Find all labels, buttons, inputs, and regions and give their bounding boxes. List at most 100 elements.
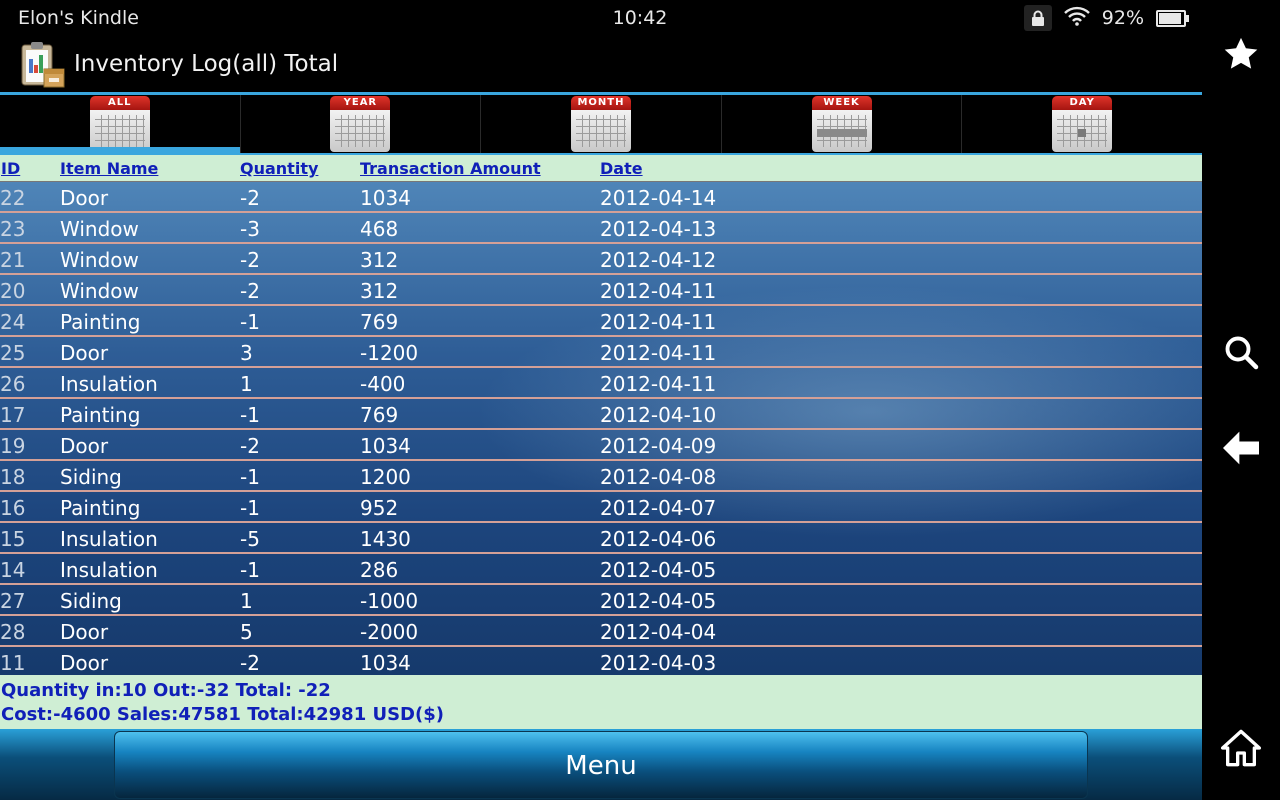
table-row[interactable]: 24 Painting -1 769 2012-04-11 xyxy=(0,306,1202,337)
row-item-name: Siding xyxy=(60,465,122,489)
tab-all[interactable]: ALL xyxy=(0,95,241,153)
calendar-icon: ALL xyxy=(89,96,150,152)
row-quantity: -2 xyxy=(240,651,260,675)
row-id: 18 xyxy=(0,465,26,489)
row-transaction-amount: 1430 xyxy=(360,527,411,551)
table-row[interactable]: 18 Siding -1 1200 2012-04-08 xyxy=(0,461,1202,492)
row-transaction-amount: -400 xyxy=(360,372,406,396)
table-row[interactable]: 22 Door -2 1034 2012-04-14 xyxy=(0,182,1202,213)
row-date: 2012-04-11 xyxy=(600,310,717,334)
table-row[interactable]: 23 Window -3 468 2012-04-13 xyxy=(0,213,1202,244)
row-transaction-amount: 312 xyxy=(360,279,399,303)
row-id: 14 xyxy=(0,558,26,582)
row-id: 25 xyxy=(0,341,26,365)
calendar-icon: MONTH xyxy=(570,96,631,152)
row-quantity: 1 xyxy=(240,372,253,396)
row-id: 23 xyxy=(0,217,26,241)
row-quantity: -3 xyxy=(240,217,260,241)
row-date: 2012-04-10 xyxy=(600,403,717,427)
row-quantity: -1 xyxy=(240,310,260,334)
table-row[interactable]: 26 Insulation 1 -400 2012-04-11 xyxy=(0,368,1202,399)
row-date: 2012-04-05 xyxy=(600,558,717,582)
row-transaction-amount: 1034 xyxy=(360,651,411,675)
table-row[interactable]: 16 Painting -1 952 2012-04-07 xyxy=(0,492,1202,523)
table-row[interactable]: 28 Door 5 -2000 2012-04-04 xyxy=(0,616,1202,647)
row-date: 2012-04-11 xyxy=(600,341,717,365)
row-id: 26 xyxy=(0,372,26,396)
column-header-item-name[interactable]: Item Name xyxy=(60,159,158,178)
tab-month[interactable]: MONTH xyxy=(481,95,722,153)
tab-day[interactable]: DAY xyxy=(962,95,1202,153)
battery-percent: 92% xyxy=(1101,7,1144,29)
period-tabs: ALL YEAR MONTH WEEK DAY xyxy=(0,95,1202,153)
row-item-name: Painting xyxy=(60,310,141,334)
row-transaction-amount: 1034 xyxy=(360,434,411,458)
row-date: 2012-04-07 xyxy=(600,496,717,520)
device-name: Elon's Kindle xyxy=(18,7,139,29)
tab-day-label: DAY xyxy=(1052,96,1113,110)
column-header-quantity[interactable]: Quantity xyxy=(240,159,318,178)
column-header-id[interactable]: ID xyxy=(1,159,20,178)
row-id: 24 xyxy=(0,310,26,334)
table-row[interactable]: 19 Door -2 1034 2012-04-09 xyxy=(0,430,1202,461)
row-transaction-amount: 286 xyxy=(360,558,399,582)
table-header: ID Item Name Quantity Transaction Amount… xyxy=(0,155,1202,182)
row-date: 2012-04-04 xyxy=(600,620,717,644)
back-arrow-icon[interactable] xyxy=(1221,428,1261,468)
table-row[interactable]: 14 Insulation -1 286 2012-04-05 xyxy=(0,554,1202,585)
battery-icon xyxy=(1156,9,1189,27)
row-transaction-amount: -1200 xyxy=(360,341,419,365)
table-row[interactable]: 27 Siding 1 -1000 2012-04-05 xyxy=(0,585,1202,616)
tab-week[interactable]: WEEK xyxy=(722,95,963,153)
search-icon[interactable] xyxy=(1221,332,1261,372)
row-item-name: Door xyxy=(60,341,109,365)
row-id: 19 xyxy=(0,434,26,458)
column-header-date[interactable]: Date xyxy=(600,159,643,178)
cost-summary: Cost:-4600 Sales:47581 Total:42981 USD($… xyxy=(1,704,444,725)
calendar-icon: WEEK xyxy=(811,96,872,152)
bottom-bar: Menu xyxy=(0,729,1202,800)
row-date: 2012-04-06 xyxy=(600,527,717,551)
home-icon[interactable] xyxy=(1221,728,1261,768)
row-item-name: Insulation xyxy=(60,527,158,551)
row-date: 2012-04-12 xyxy=(600,248,717,272)
star-icon[interactable] xyxy=(1221,34,1261,74)
table-row[interactable]: 21 Window -2 312 2012-04-12 xyxy=(0,244,1202,275)
inventory-log-table[interactable]: 22 Door -2 1034 2012-04-14 23 Window -3 468 2012-… xyxy=(0,182,1202,675)
status-bar: Elon's Kindle 10:42 92% xyxy=(0,0,1202,36)
lock-icon xyxy=(1023,5,1052,31)
page-title: Inventory Log(all) Total xyxy=(74,51,339,77)
row-id: 20 xyxy=(0,279,26,303)
table-row[interactable]: 20 Window -2 312 2012-04-11 xyxy=(0,275,1202,306)
menu-button[interactable]: Menu xyxy=(114,731,1088,799)
tab-all-label: ALL xyxy=(89,96,150,110)
row-date: 2012-04-11 xyxy=(600,372,717,396)
row-quantity: 1 xyxy=(240,589,253,613)
row-item-name: Window xyxy=(60,279,139,303)
row-transaction-amount: 952 xyxy=(360,496,399,520)
row-transaction-amount: 312 xyxy=(360,248,399,272)
row-item-name: Painting xyxy=(60,496,141,520)
row-quantity: -1 xyxy=(240,558,260,582)
row-id: 17 xyxy=(0,403,26,427)
row-quantity: -1 xyxy=(240,496,260,520)
row-item-name: Window xyxy=(60,248,139,272)
table-row[interactable]: 15 Insulation -5 1430 2012-04-06 xyxy=(0,523,1202,554)
tab-year-label: YEAR xyxy=(330,96,391,110)
row-id: 28 xyxy=(0,620,26,644)
tab-year[interactable]: YEAR xyxy=(241,95,482,153)
row-quantity: -1 xyxy=(240,403,260,427)
row-id: 11 xyxy=(0,651,26,675)
table-row[interactable]: 17 Painting -1 769 2012-04-10 xyxy=(0,399,1202,430)
system-nav-bar xyxy=(1202,0,1280,800)
row-id: 15 xyxy=(0,527,26,551)
row-quantity: -5 xyxy=(240,527,260,551)
row-item-name: Window xyxy=(60,217,139,241)
column-header-transaction-amount[interactable]: Transaction Amount xyxy=(360,159,541,178)
table-row[interactable]: 11 Door -2 1034 2012-04-03 xyxy=(0,647,1202,675)
row-date: 2012-04-03 xyxy=(600,651,717,675)
table-row[interactable]: 25 Door 3 -1200 2012-04-11 xyxy=(0,337,1202,368)
row-date: 2012-04-11 xyxy=(600,279,717,303)
row-id: 27 xyxy=(0,589,26,613)
row-item-name: Insulation xyxy=(60,558,158,582)
